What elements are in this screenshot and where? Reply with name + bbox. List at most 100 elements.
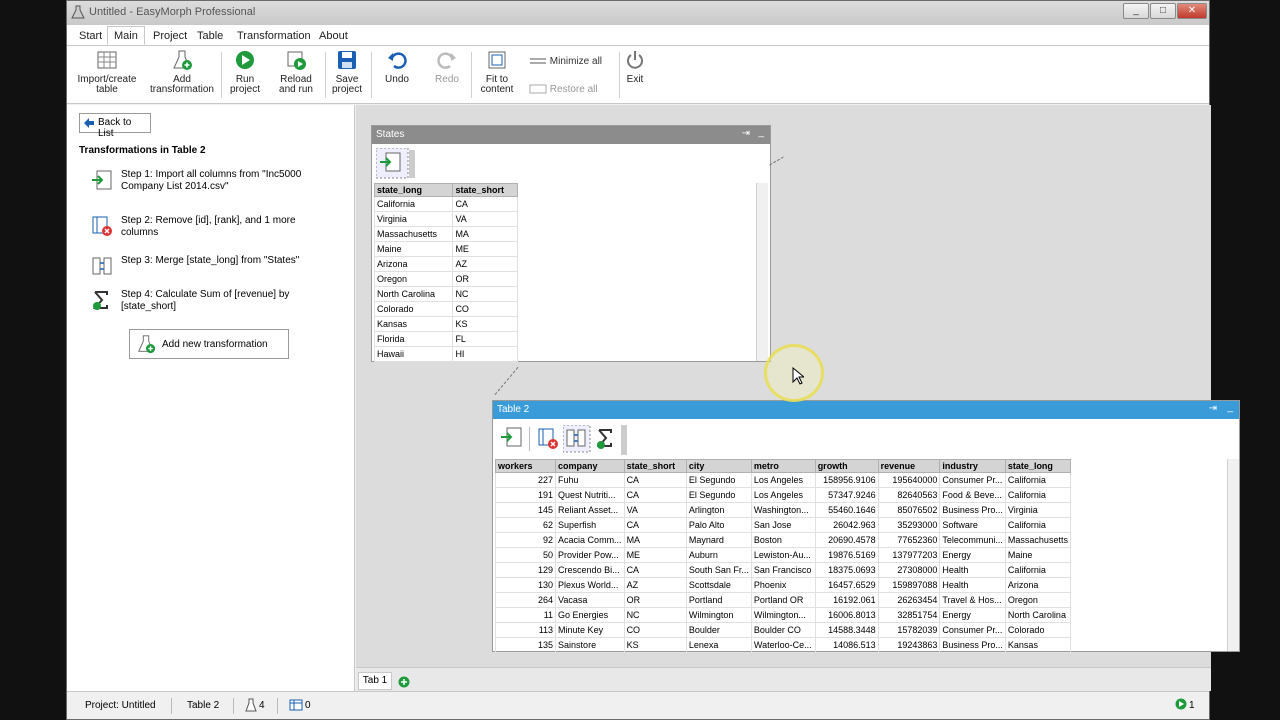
column-header[interactable]: state_short [452,183,518,197]
table-cell[interactable]: Acacia Comm... [555,532,625,548]
table-cell[interactable]: California [1004,487,1072,503]
table-row[interactable]: 92 Acacia Comm... MA Maynard Boston 20690.457… [494,532,1072,548]
column-header[interactable]: company [555,459,625,473]
table-row[interactable]: 50 Provider Pow... ME Auburn Lewiston-Au... 1… [494,547,1072,563]
merge-icon[interactable] [563,425,591,453]
table-cell[interactable]: California [373,196,454,212]
redo-button[interactable]: Redo [429,49,465,85]
table-cell[interactable]: NC [623,607,687,623]
column-header[interactable]: state_long [1004,459,1072,473]
table-cell[interactable]: Wilmington... [750,607,816,623]
minimize-table-icon[interactable]: _ [758,127,764,138]
toolbar-scroll-handle[interactable] [621,425,627,455]
table-cell[interactable]: Los Angeles [750,472,816,488]
table-row[interactable]: North Carolina NC [373,286,518,302]
table-cell[interactable]: MA [623,532,687,548]
table-cell[interactable]: 15782039 [877,622,941,638]
table-cell[interactable]: 82640563 [877,487,941,503]
table-row[interactable]: 227 Fuhu CA El Segundo Los Angeles 158956.910… [494,472,1072,488]
table-cell[interactable]: Plexus World... [555,577,625,593]
table-cell[interactable]: 85076502 [877,502,941,518]
column-header[interactable]: growth [814,459,879,473]
table-cell[interactable]: Virginia [1004,502,1072,518]
tab-main[interactable]: Main [107,26,145,45]
table-cell[interactable]: Energy [939,547,1006,563]
project-canvas[interactable]: States ⇥ _ state_long state_short Califor… [356,105,1240,667]
import-icon[interactable] [375,147,416,180]
table-cell[interactable]: 16006.8013 [814,607,879,623]
table-cell[interactable]: CA [452,196,518,212]
table-cell[interactable]: Kansas [1004,637,1072,653]
table-cell[interactable]: Phoenix [750,577,816,593]
table-cell[interactable]: Business Pro... [939,502,1006,518]
table-cell[interactable]: CO [623,622,687,638]
table-cell[interactable]: OR [452,271,518,287]
table-cell[interactable]: 159897088 [877,577,941,593]
table-cell[interactable]: Oregon [373,271,454,287]
table-cell[interactable]: 19243863 [877,637,941,653]
table-cell[interactable]: Telecommuni... [939,532,1006,548]
table-cell[interactable]: NC [452,286,518,302]
table2-scrollbar[interactable] [1227,459,1239,651]
table-cell[interactable]: Minute Key [555,622,625,638]
table-cell[interactable]: Consumer Pr... [939,472,1006,488]
table-cell[interactable]: 191 [494,487,557,503]
table-cell[interactable]: Washington... [750,502,816,518]
step-item[interactable]: Step 4: Calculate Sum of [revenue] by [s… [91,289,331,319]
step-item[interactable]: Step 1: Import all columns from "Inc5000… [91,169,331,199]
table-cell[interactable]: CA [623,562,687,578]
table-row[interactable]: 11 Go Energies NC Wilmington Wilmington... 16… [494,607,1072,623]
table-cell[interactable]: Scottsdale [685,577,752,593]
table-cell[interactable]: Portland [685,592,752,608]
table2-window[interactable]: Table 2 ⇥ _ workers company state_short … [492,400,1240,653]
back-to-list-button[interactable]: Back to List [79,113,151,139]
table-cell[interactable]: Massachusetts [373,226,454,242]
table-cell[interactable]: Arlington [685,502,752,518]
table-cell[interactable]: 14588.3448 [814,622,879,638]
column-header[interactable]: metro [750,459,816,473]
table-cell[interactable]: Virginia [373,211,454,227]
table-cell[interactable]: 137977203 [877,547,941,563]
table-cell[interactable]: Waterloo-Ce... [750,637,816,653]
table-cell[interactable]: AZ [623,577,687,593]
table-row[interactable]: Maine ME [373,241,518,257]
states-data-grid[interactable]: state_long state_short California CA Virgin… [373,183,518,362]
table-cell[interactable]: 77652360 [877,532,941,548]
table-cell[interactable]: California [1004,562,1072,578]
table-cell[interactable]: 18375.0693 [814,562,879,578]
table-cell[interactable]: 130 [494,577,557,593]
table-row[interactable]: Florida FL [373,331,518,347]
table-cell[interactable]: 27308000 [877,562,941,578]
table-cell[interactable]: 35293000 [877,517,941,533]
table-cell[interactable]: Auburn [685,547,752,563]
table-row[interactable]: 264 Vacasa OR Portland Portland OR 16192.061 2… [494,592,1072,608]
table-cell[interactable]: KS [623,637,687,653]
table-row[interactable]: 130 Plexus World... AZ Scottsdale Phoenix 164… [494,577,1072,593]
table-cell[interactable]: 32851754 [877,607,941,623]
tab-table[interactable]: Table [191,27,229,46]
table-row[interactable]: 113 Minute Key CO Boulder Boulder CO 14588.34… [494,622,1072,638]
table-cell[interactable]: 50 [494,547,557,563]
table-cell[interactable]: Maine [373,241,454,257]
table-cell[interactable]: Hawaii [373,346,454,362]
table-cell[interactable]: Travel & Hos... [939,592,1006,608]
table-cell[interactable]: CO [452,301,518,317]
table-cell[interactable]: Health [939,577,1006,593]
table-cell[interactable]: Arizona [373,256,454,272]
table-cell[interactable]: Software [939,517,1006,533]
table-cell[interactable]: Crescendo Bi... [555,562,625,578]
table-cell[interactable]: 19876.5169 [814,547,879,563]
table-cell[interactable]: AZ [452,256,518,272]
sum-icon[interactable] [593,425,619,453]
table-cell[interactable]: Los Angeles [750,487,816,503]
table-cell[interactable]: CA [623,487,687,503]
table-cell[interactable]: 264 [494,592,557,608]
table-cell[interactable]: San Jose [750,517,816,533]
table-cell[interactable]: North Carolina [1004,607,1072,623]
table-cell[interactable]: Quest Nutriti... [555,487,625,503]
step-item[interactable]: Step 2: Remove [id], [rank], and 1 more … [91,215,331,239]
table-cell[interactable]: CA [623,517,687,533]
table-row[interactable]: Virginia VA [373,211,518,227]
import-icon[interactable] [499,425,525,453]
table-cell[interactable]: 11 [494,607,557,623]
